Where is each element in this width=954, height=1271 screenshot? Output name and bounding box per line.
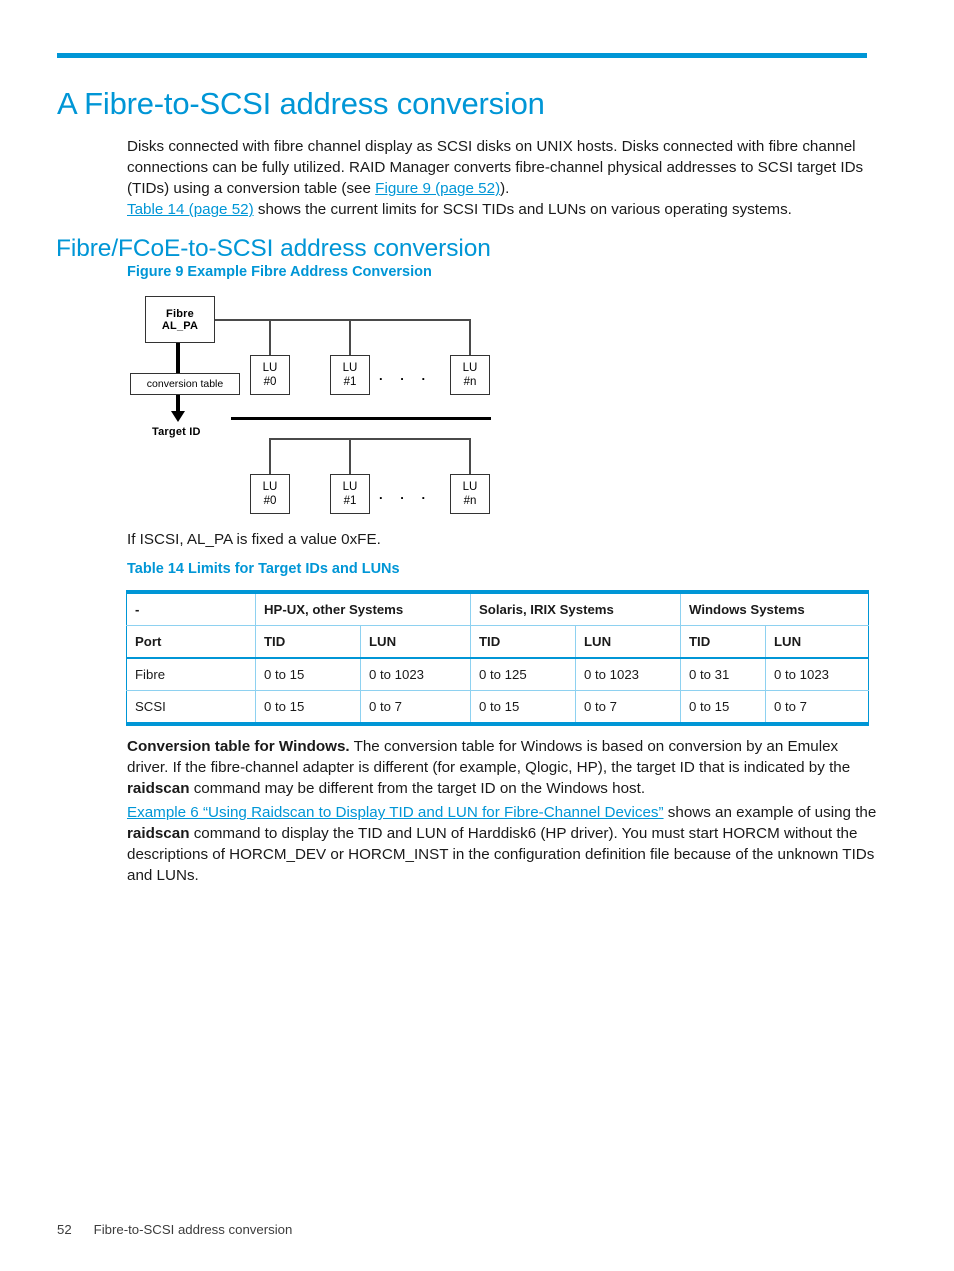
upper-lu-box-n: LU #n <box>450 355 490 395</box>
conversion-table-label: conversion table <box>146 378 224 390</box>
lower-lu-1-line-2: #1 <box>343 495 357 507</box>
fibre-alpa-line-2: AL_PA <box>161 319 199 332</box>
intro-line-1: Disks connected with fibre channel displ… <box>127 138 765 156</box>
lower-lu-ellipsis: . . . <box>379 487 433 502</box>
table-cell-fibre-port: Fibre <box>126 658 256 691</box>
table-cell-fibre-windows-lun: 0 to 1023 <box>764 658 870 691</box>
table-sub-header-3: TID <box>470 625 576 659</box>
lower-lu-n-line-1: LU <box>462 481 478 493</box>
upper-lu-box-0: LU #0 <box>250 355 290 395</box>
table-row: Fibre 0 to 15 0 to 1023 0 to 125 0 to 10… <box>126 658 870 691</box>
figure-9-diagram: Fibre AL_PA conversion table Target ID L… <box>125 288 525 520</box>
table-cell-scsi-solaris-tid: 0 to 15 <box>470 690 576 726</box>
intro-line-3-post: ). <box>500 180 510 198</box>
raidscan-keyword: raidscan <box>127 780 190 798</box>
lower-lu-1-line-1: LU <box>342 481 358 493</box>
table-cell-scsi-windows-tid: 0 to 15 <box>680 690 766 726</box>
upper-lu-box-1: LU #1 <box>330 355 370 395</box>
conversion-paragraph-lead: Conversion table for Windows. <box>127 738 350 756</box>
table-sub-header-5: TID <box>680 625 766 659</box>
table-sub-header-1: TID <box>255 625 361 659</box>
table-sub-header-0: Port <box>126 625 256 659</box>
figure-caption: Figure 9 Example Fibre Address Conversio… <box>127 264 432 280</box>
iscsi-note: If ISCSI, AL_PA is fixed a value 0xFE. <box>127 531 381 548</box>
link-table-14[interactable]: Table 14 (page 52) <box>127 201 254 218</box>
lower-lu-n-line-2: #n <box>463 495 477 507</box>
footer-chapter-label: Fibre-to-SCSI address conversion <box>93 1222 293 1237</box>
header-rule <box>57 53 867 58</box>
example-paragraph-part-2: command to display the TID and LUN of Ha… <box>127 825 875 885</box>
table-group-header-1: HP-UX, other Systems <box>255 590 471 626</box>
table-cell-scsi-windows-lun: 0 to 7 <box>764 690 870 726</box>
link-figure-9[interactable]: Figure 9 (page 52) <box>375 180 500 197</box>
table-group-header-row: - HP-UX, other Systems Solaris, IRIX Sys… <box>126 590 870 626</box>
lower-lu-box-n: LU #n <box>450 474 490 514</box>
example-paragraph: Example 6 “Using Raidscan to Display TID… <box>127 802 879 886</box>
table-cell-fibre-solaris-lun: 0 to 1023 <box>575 658 681 691</box>
table-sub-header-6: LUN <box>764 625 870 659</box>
conversion-table-paragraph: Conversion table for Windows. The conver… <box>127 736 877 799</box>
table-sub-header-row: Port TID LUN TID LUN TID LUN <box>126 625 870 659</box>
lower-drop-lun <box>469 438 471 476</box>
fibre-to-conversion-connector <box>176 343 180 373</box>
example-paragraph-part-1: shows an example of using the <box>663 804 877 822</box>
upper-drop-lu1 <box>349 319 351 357</box>
upper-bus-line <box>215 319 471 321</box>
raidscan-keyword: raidscan <box>127 825 190 843</box>
diagram-separator <box>231 417 491 420</box>
conversion-table-box: conversion table <box>130 373 240 395</box>
upper-lu-ellipsis: . . . <box>379 368 433 383</box>
upper-lu-0-line-2: #0 <box>263 376 277 388</box>
target-id-arrow-icon <box>171 411 185 422</box>
lower-drop-lu0 <box>269 438 271 476</box>
upper-lu-n-line-1: LU <box>462 362 478 374</box>
upper-lu-n-line-2: #n <box>463 376 477 388</box>
table-cell-fibre-hpux-tid: 0 to 15 <box>255 658 361 691</box>
lower-lu-0-line-1: LU <box>262 481 278 493</box>
fibre-alpa-box: Fibre AL_PA <box>145 296 215 343</box>
table-group-header-0: - <box>126 590 256 626</box>
lower-lu-box-1: LU #1 <box>330 474 370 514</box>
table-sub-header-2: LUN <box>360 625 471 659</box>
table-cell-scsi-port: SCSI <box>126 690 256 726</box>
lower-lu-box-0: LU #0 <box>250 474 290 514</box>
target-id-label: Target ID <box>152 426 201 438</box>
link-example-6[interactable]: Example 6 “Using Raidscan to Display TID… <box>127 804 664 821</box>
upper-lu-1-line-1: LU <box>342 362 358 374</box>
limits-table: - HP-UX, other Systems Solaris, IRIX Sys… <box>126 590 870 726</box>
table-group-header-3: Windows Systems <box>679 590 870 626</box>
section-heading: Fibre/FCoE-to-SCSI address conversion <box>56 235 491 263</box>
upper-lu-0-line-1: LU <box>262 362 278 374</box>
lower-bus-line <box>269 438 471 440</box>
intro-paragraph: Disks connected with fibre channel displ… <box>127 136 875 220</box>
conversion-paragraph-part-2: command may be different from the target… <box>189 780 646 798</box>
lower-lu-0-line-2: #0 <box>263 495 277 507</box>
fibre-alpa-line-1: Fibre <box>166 307 194 320</box>
lower-drop-lu1 <box>349 438 351 476</box>
table-sub-header-4: LUN <box>575 625 681 659</box>
table-cell-scsi-hpux-tid: 0 to 15 <box>255 690 361 726</box>
footer-page-number: 52 <box>57 1222 72 1237</box>
table-group-header-2: Solaris, IRIX Systems <box>470 590 681 626</box>
table-caption: Table 14 Limits for Target IDs and LUNs <box>127 561 400 577</box>
upper-drop-lun <box>469 319 471 357</box>
table-row: SCSI 0 to 15 0 to 7 0 to 15 0 to 7 0 to … <box>126 690 870 726</box>
table-cell-scsi-solaris-lun: 0 to 7 <box>575 690 681 726</box>
table-cell-fibre-solaris-tid: 0 to 125 <box>470 658 576 691</box>
table-cell-fibre-hpux-lun: 0 to 1023 <box>360 658 471 691</box>
intro-line-4-post: shows the current limits for SCSI TIDs a… <box>253 201 792 219</box>
upper-drop-lu0 <box>269 319 271 357</box>
table-cell-fibre-windows-tid: 0 to 31 <box>680 658 766 691</box>
upper-lu-1-line-2: #1 <box>343 376 357 388</box>
page-title: A Fibre-to-SCSI address conversion <box>57 85 545 121</box>
table-cell-scsi-hpux-lun: 0 to 7 <box>360 690 471 726</box>
page-footer: 52 Fibre-to-SCSI address conversion <box>57 1222 292 1237</box>
